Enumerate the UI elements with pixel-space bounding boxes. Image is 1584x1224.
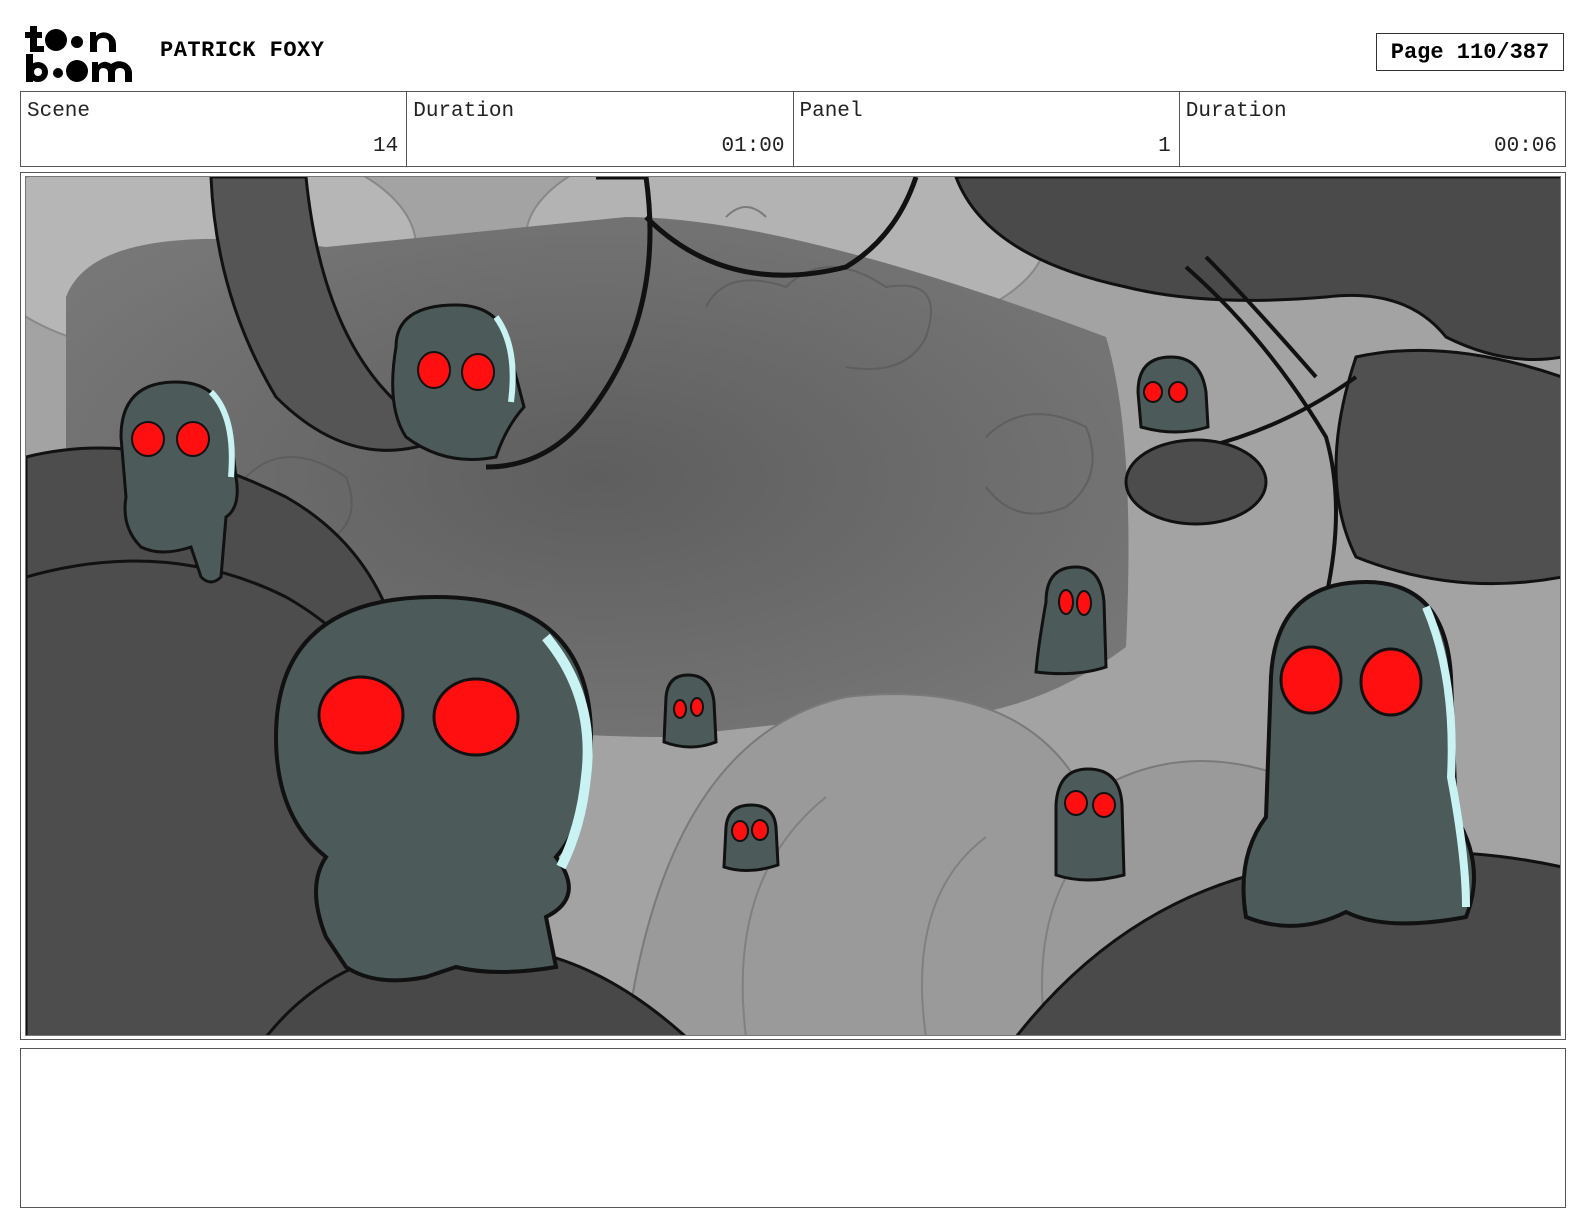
panel-duration-label: Duration	[1185, 100, 1287, 123]
page-indicator: Page 110/387	[1376, 33, 1564, 71]
storyboard-panel-image	[25, 176, 1561, 1036]
dark-blob-right	[1334, 348, 1560, 586]
scene-duration-cell: Duration 01:00	[407, 92, 794, 166]
scene-cell: Scene 14	[21, 92, 408, 166]
panel-label: Panel	[799, 100, 863, 123]
ghost-lower-right	[1054, 767, 1126, 882]
scene-label: Scene	[27, 100, 91, 123]
panel-duration-cell: Duration 00:06	[1180, 92, 1565, 166]
panel-notes-box	[20, 1048, 1566, 1208]
ghost-large-right	[1241, 579, 1476, 928]
scene-duration-label: Duration	[413, 100, 515, 123]
ghost-small-center	[662, 673, 718, 749]
page-number: Page 110/387	[1390, 39, 1550, 65]
scene-value: 14	[373, 135, 399, 158]
ghost-large-left	[273, 594, 594, 983]
panel-cell: Panel 1	[794, 92, 1180, 166]
vine-knot	[1124, 438, 1268, 526]
ghost-small-lower	[722, 803, 780, 872]
panel-value: 1	[1158, 135, 1171, 158]
panel-duration-value: 00:06	[1493, 135, 1557, 158]
project-title: PATRICK FOXY	[160, 38, 325, 63]
storyboard-panel-frame	[20, 172, 1566, 1040]
panel-illustration	[26, 177, 1560, 1035]
ghost-top-center	[391, 303, 526, 461]
scene-duration-value: 01:00	[721, 135, 785, 158]
scene-info-row: Scene 14 Duration 01:00 Panel 1 Duration…	[20, 91, 1566, 167]
toonboom-logo	[24, 24, 136, 86]
ghost-right-vine	[1136, 355, 1210, 434]
